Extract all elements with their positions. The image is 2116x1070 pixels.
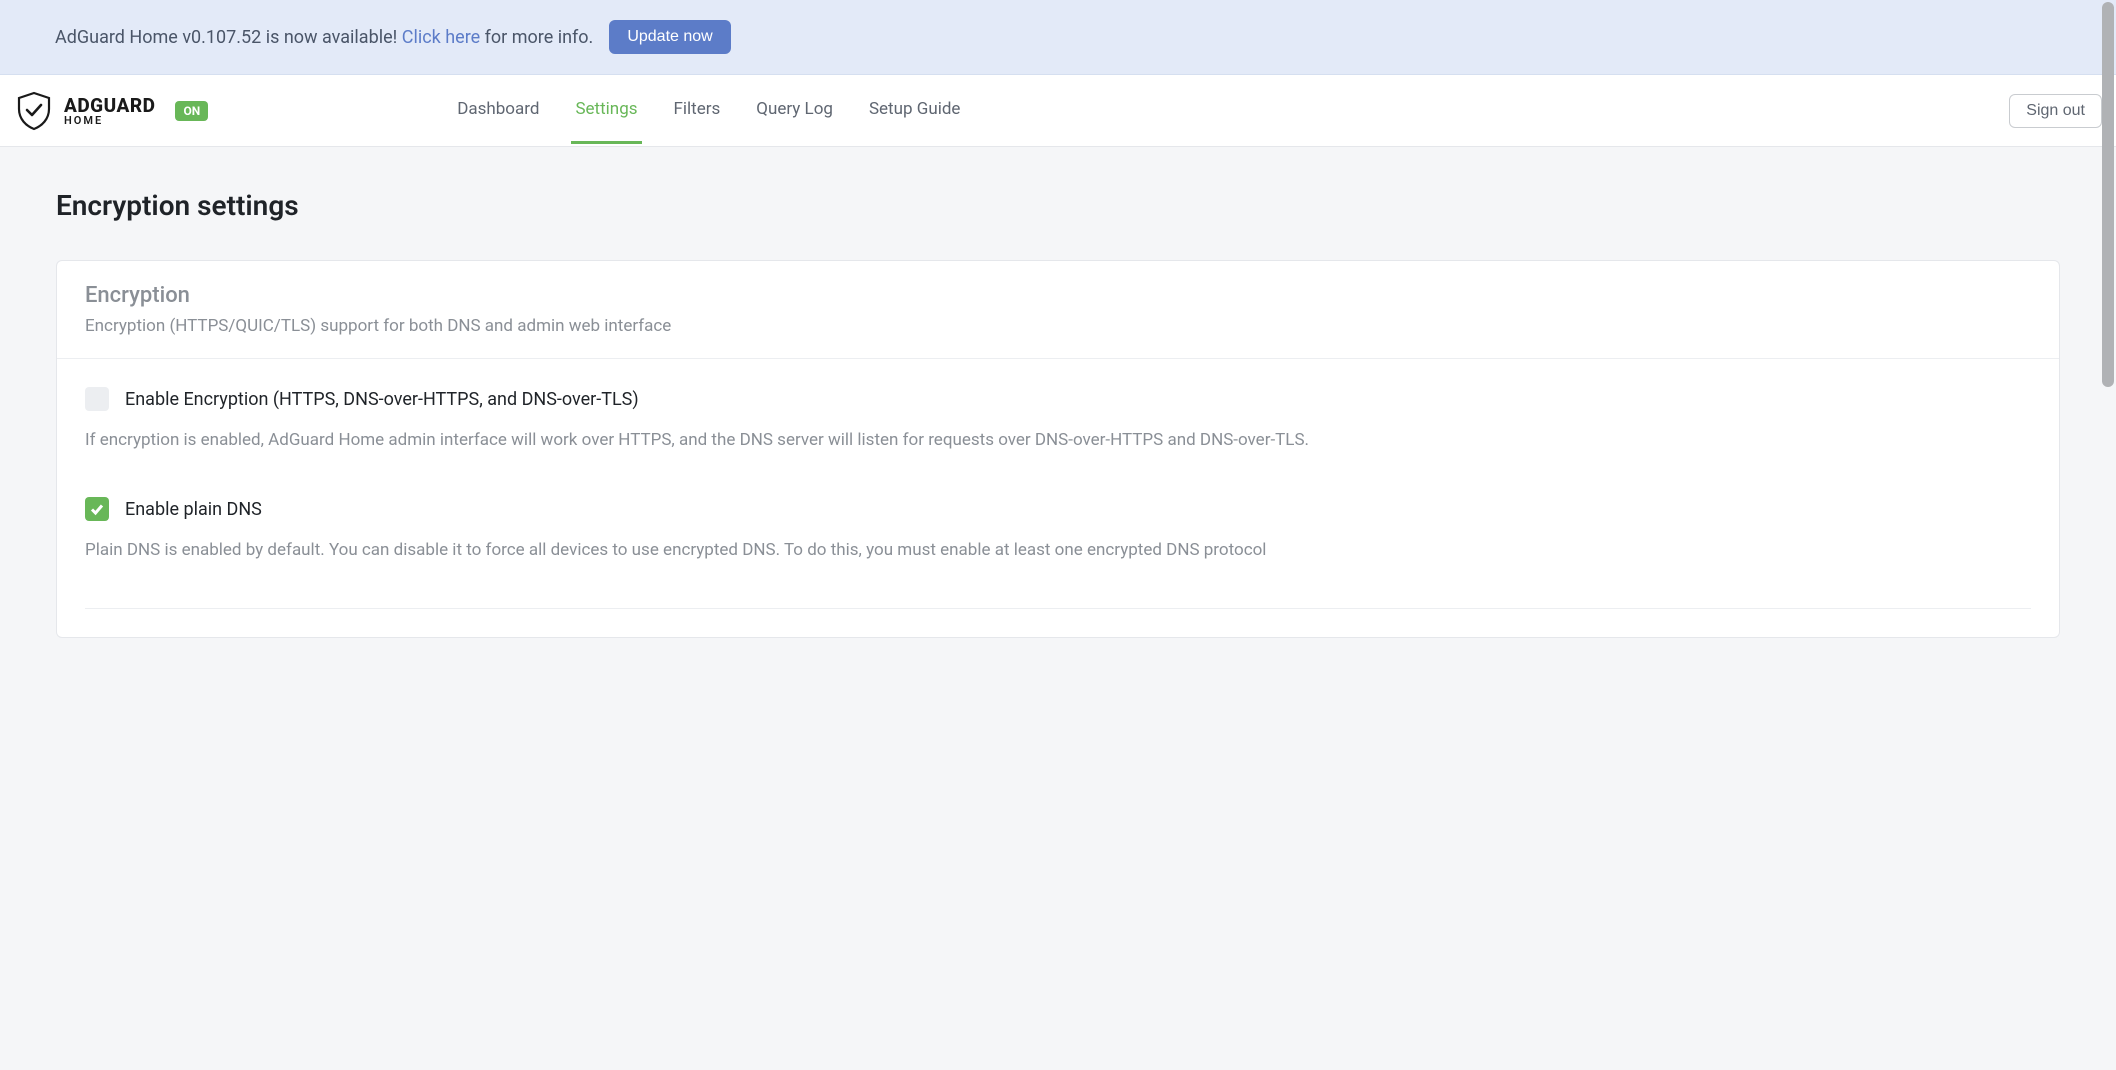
encryption-card: Encryption Encryption (HTTPS/QUIC/TLS) s…: [56, 260, 2060, 638]
enable-encryption-checkbox[interactable]: [85, 387, 109, 411]
check-icon: [89, 501, 105, 517]
nav-query-log[interactable]: Query Log: [752, 77, 837, 144]
brand-logo[interactable]: ADGUARD HOME ON: [14, 91, 208, 131]
update-now-button[interactable]: Update now: [609, 20, 730, 54]
enable-plain-dns-desc: Plain DNS is enabled by default. You can…: [85, 537, 2031, 563]
shield-check-icon: [14, 91, 54, 131]
vertical-scrollbar[interactable]: [2100, 0, 2116, 1070]
sign-out-button[interactable]: Sign out: [2009, 94, 2102, 128]
nav-filters[interactable]: Filters: [670, 77, 725, 144]
card-body: Enable Encryption (HTTPS, DNS-over-HTTPS…: [57, 359, 2059, 637]
nav-dashboard[interactable]: Dashboard: [453, 77, 543, 144]
scrollbar-thumb[interactable]: [2102, 2, 2114, 387]
enable-encryption-label: Enable Encryption (HTTPS, DNS-over-HTTPS…: [125, 389, 639, 410]
enable-encryption-desc: If encryption is enabled, AdGuard Home a…: [85, 427, 2031, 453]
update-banner: AdGuard Home v0.107.52 is now available!…: [0, 0, 2116, 75]
content-area: Encryption settings Encryption Encryptio…: [0, 147, 2116, 680]
main-nav: Dashboard Settings Filters Query Log Set…: [453, 77, 964, 144]
status-badge: ON: [175, 101, 208, 121]
card-subtitle: Encryption (HTTPS/QUIC/TLS) support for …: [85, 316, 2031, 336]
banner-text-suffix: for more info.: [480, 27, 593, 48]
option-enable-plain-dns: Enable plain DNS Plain DNS is enabled by…: [85, 497, 2031, 563]
enable-encryption-control[interactable]: Enable Encryption (HTTPS, DNS-over-HTTPS…: [85, 387, 2031, 411]
brand-sub: HOME: [64, 115, 155, 126]
top-bar: ADGUARD HOME ON Dashboard Settings Filte…: [0, 75, 2116, 147]
card-header: Encryption Encryption (HTTPS/QUIC/TLS) s…: [57, 261, 2059, 359]
enable-plain-dns-control[interactable]: Enable plain DNS: [85, 497, 2031, 521]
banner-text-prefix: AdGuard Home v0.107.52 is now available!: [55, 27, 402, 48]
banner-link[interactable]: Click here: [402, 27, 480, 48]
nav-setup-guide[interactable]: Setup Guide: [865, 77, 965, 144]
brand-text: ADGUARD HOME: [64, 96, 155, 126]
card-title: Encryption: [85, 283, 2031, 308]
enable-plain-dns-checkbox[interactable]: [85, 497, 109, 521]
section-divider: [85, 608, 2031, 609]
banner-text: AdGuard Home v0.107.52 is now available!…: [55, 27, 593, 48]
brand-name: ADGUARD: [64, 96, 155, 115]
nav-settings[interactable]: Settings: [571, 77, 641, 144]
page-title: Encryption settings: [56, 189, 2060, 222]
option-enable-encryption: Enable Encryption (HTTPS, DNS-over-HTTPS…: [85, 387, 2031, 453]
enable-plain-dns-label: Enable plain DNS: [125, 499, 262, 520]
